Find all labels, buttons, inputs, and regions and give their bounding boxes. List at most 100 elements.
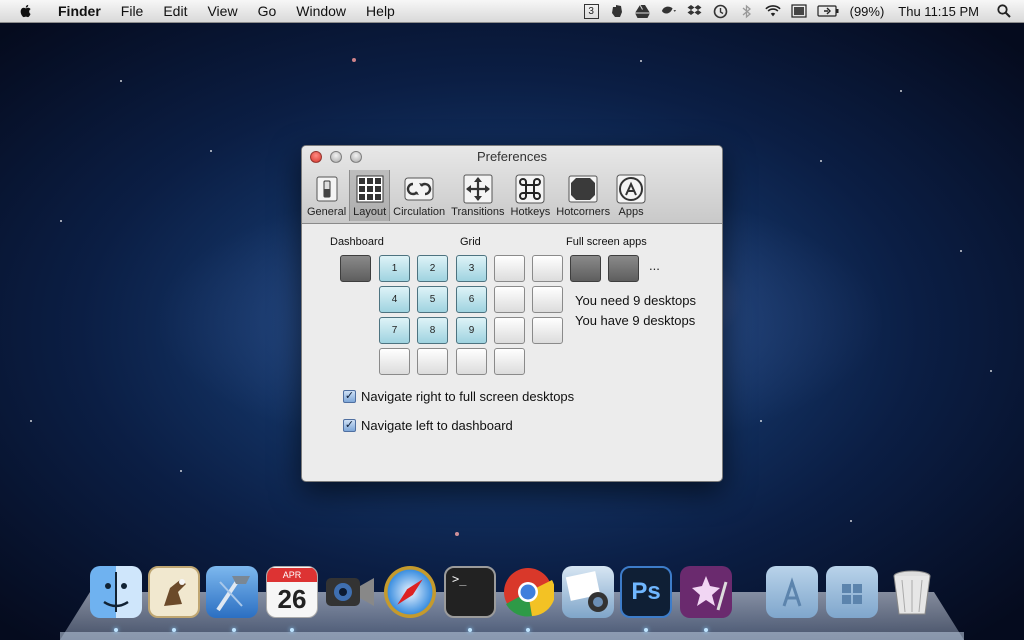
evernote-icon[interactable] [609, 4, 625, 18]
spaces-3-icon[interactable]: 3 [583, 3, 599, 19]
navigate-left-option[interactable]: ✓ Navigate left to dashboard [343, 418, 513, 433]
menu-help[interactable]: Help [356, 0, 405, 22]
tab-layout[interactable]: Layout [349, 170, 391, 221]
window-titlebar[interactable]: Preferences General Layout Circulation T… [302, 146, 722, 224]
desktop-tile[interactable]: 4 [379, 286, 410, 313]
menu-go[interactable]: Go [248, 0, 287, 22]
running-indicator [114, 628, 118, 632]
leaf-icon[interactable] [661, 4, 677, 18]
menu-window[interactable]: Window [286, 0, 356, 22]
grid-icon [356, 175, 384, 203]
battery-percent[interactable]: (99%) [850, 4, 885, 19]
navigate-right-checkbox[interactable]: ✓ [343, 390, 356, 403]
dashboard-desktop-tile[interactable] [340, 255, 371, 282]
empty-grid-tile[interactable] [494, 255, 525, 282]
navigate-right-label[interactable]: Navigate right to full screen desktops [361, 389, 574, 404]
fullscreen-app-tile[interactable] [608, 255, 639, 282]
status-area: 3 (99%) Thu 11:15 PM [579, 0, 1024, 22]
tab-hotcorners-label: Hotcorners [556, 206, 611, 218]
running-indicator [526, 628, 530, 632]
safari-icon[interactable] [384, 566, 436, 618]
bluetooth-icon[interactable] [739, 4, 755, 18]
desktop-tile[interactable]: 1 [379, 255, 410, 282]
desktop-tile[interactable]: 2 [417, 255, 448, 282]
loop-icon [404, 177, 434, 201]
empty-grid-tile[interactable] [532, 255, 563, 282]
desktop-tile[interactable]: 7 [379, 317, 410, 344]
running-indicator [468, 628, 472, 632]
photoshop-label: Ps [631, 578, 661, 605]
tab-general[interactable]: General [304, 170, 349, 221]
tab-apps[interactable]: Apps [613, 170, 649, 221]
navigate-left-label[interactable]: Navigate left to dashboard [361, 418, 513, 433]
battery-icon[interactable] [817, 4, 839, 18]
menu-file[interactable]: File [111, 0, 154, 22]
applications-folder-icon[interactable] [766, 566, 818, 618]
tab-hotcorners[interactable]: Hotcorners [553, 170, 613, 221]
running-indicator [232, 628, 236, 632]
finder-icon[interactable] [90, 566, 142, 618]
desktops-have-text: You have 9 desktops [575, 313, 696, 328]
menu-view[interactable]: View [197, 0, 247, 22]
navigate-right-option[interactable]: ✓ Navigate right to full screen desktops [343, 389, 574, 404]
app-menu-finder[interactable]: Finder [48, 0, 111, 22]
tab-transitions[interactable]: Transitions [448, 170, 507, 221]
desktop-tile[interactable]: 3 [456, 255, 487, 282]
empty-grid-tile[interactable] [532, 286, 563, 313]
tab-hotkeys[interactable]: Hotkeys [508, 170, 554, 221]
grid-heading: Grid [460, 236, 481, 248]
dock: APR 26 >_ Ps [0, 566, 1024, 626]
empty-grid-tile[interactable] [494, 317, 525, 344]
empty-grid-tile[interactable] [417, 348, 448, 375]
empty-grid-tile[interactable] [532, 317, 563, 344]
menu-bar: Finder File Edit View Go Window Help 3 (… [0, 0, 1024, 23]
arrows-icon [463, 174, 493, 204]
window-title: Preferences [476, 149, 548, 164]
empty-grid-tile[interactable] [494, 286, 525, 313]
desktop-tile[interactable]: 8 [417, 317, 448, 344]
tab-hotkeys-label: Hotkeys [510, 206, 551, 218]
tab-apps-label: Apps [618, 206, 644, 218]
desktop-tile[interactable]: 6 [456, 286, 487, 313]
running-indicator [172, 628, 176, 632]
desktop-tile[interactable]: 5 [417, 286, 448, 313]
tab-circulation-label: Circulation [393, 206, 446, 218]
trash-icon[interactable] [886, 566, 938, 618]
running-indicator [644, 628, 648, 632]
preferences-toolbar: General Layout Circulation Transitions H… [304, 170, 649, 221]
app-store-icon [616, 174, 646, 204]
xcode-icon[interactable] [206, 566, 258, 618]
terminal-icon[interactable]: >_ [444, 566, 496, 618]
photoshop-icon[interactable]: Ps [620, 566, 672, 618]
facetime-icon[interactable] [324, 566, 376, 618]
menu-edit[interactable]: Edit [153, 0, 197, 22]
desktops-needed-text: You need 9 desktops [575, 293, 696, 308]
apple-menu-icon[interactable] [18, 3, 34, 19]
fullscreen-heading: Full screen apps [566, 236, 647, 248]
command-key-icon [515, 174, 545, 204]
mail-icon[interactable] [148, 566, 200, 618]
google-drive-icon[interactable] [635, 4, 651, 18]
calendar-icon[interactable]: APR 26 [266, 566, 318, 618]
display-icon[interactable] [791, 4, 807, 18]
dropbox-icon[interactable] [687, 4, 703, 18]
documents-folder-icon[interactable] [826, 566, 878, 618]
wifi-icon[interactable] [764, 4, 781, 18]
spotlight-search-icon[interactable] [996, 4, 1012, 18]
empty-grid-tile[interactable] [379, 348, 410, 375]
navigate-left-checkbox[interactable]: ✓ [343, 419, 356, 432]
empty-grid-tile[interactable] [456, 348, 487, 375]
desktop-tile[interactable]: 9 [456, 317, 487, 344]
chrome-icon[interactable] [502, 566, 554, 618]
running-indicator [704, 628, 708, 632]
clock[interactable]: Thu 11:15 PM [898, 4, 979, 19]
time-machine-icon[interactable] [713, 4, 729, 18]
empty-grid-tile[interactable] [494, 348, 525, 375]
tab-circulation[interactable]: Circulation [390, 170, 448, 221]
tab-general-label: General [307, 206, 347, 218]
preview-icon[interactable] [680, 566, 732, 618]
dashboard-heading: Dashboard [330, 236, 384, 248]
fullscreen-app-tile[interactable] [570, 255, 601, 282]
iphoto-icon[interactable] [562, 566, 614, 618]
tab-transitions-label: Transitions [451, 206, 505, 218]
